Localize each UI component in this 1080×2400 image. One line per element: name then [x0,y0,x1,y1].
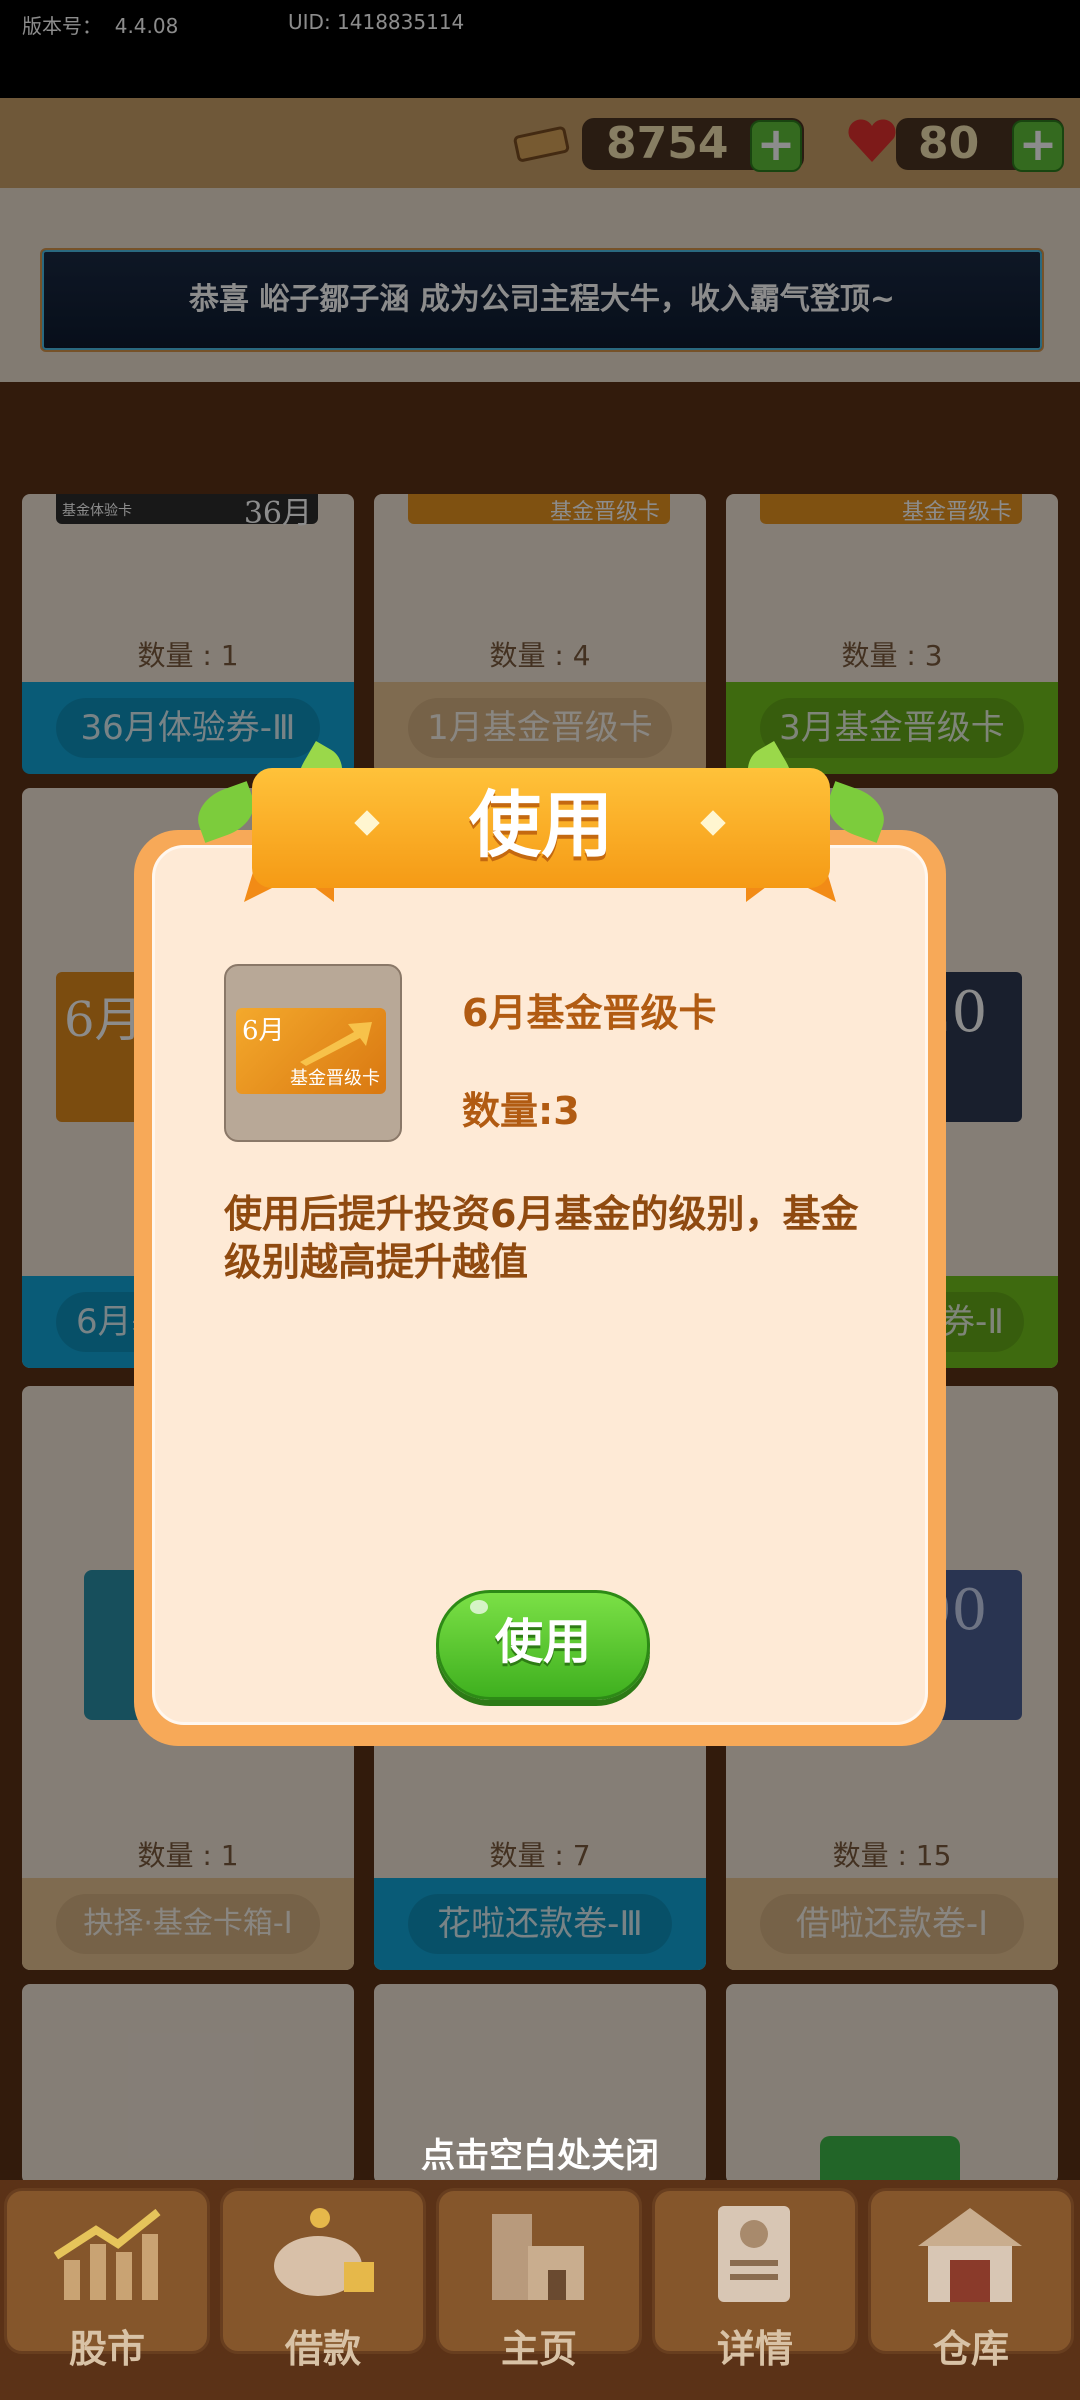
rising-arrow-icon [300,1022,372,1066]
fund-upgrade-card-icon: 6月 基金晋级卡 [236,1008,386,1094]
nav-label-home: 主页 [500,2327,577,2371]
warehouse-icon [918,2208,1022,2302]
profile-card-icon [718,2206,790,2302]
use-button[interactable]: 使用 [436,1590,650,1700]
home-icon [492,2214,584,2300]
nav-label-details: 详情 [716,2327,793,2371]
nav-label-stock: 股市 [68,2327,145,2371]
button-shine [470,1600,488,1614]
nav-label-warehouse: 仓库 [932,2327,1009,2371]
dialog-title: 使用 [468,783,613,867]
close-hint: 点击空白处关闭 [421,2136,659,2176]
item-name: 6月基金晋级卡 [462,991,717,1035]
item-count: 数量:3 [462,1089,580,1133]
thumb-month: 6月 [242,1016,285,1046]
stock-chart-icon [53,2208,161,2300]
nav-label-loan: 借款 [284,2327,361,2371]
item-description: 使用后提升投资6月基金的级别，基金级别越高提升越值 [224,1192,859,1284]
piggy-bank-icon [274,2208,374,2296]
thumb-subtitle: 基金晋级卡 [290,1068,380,1089]
